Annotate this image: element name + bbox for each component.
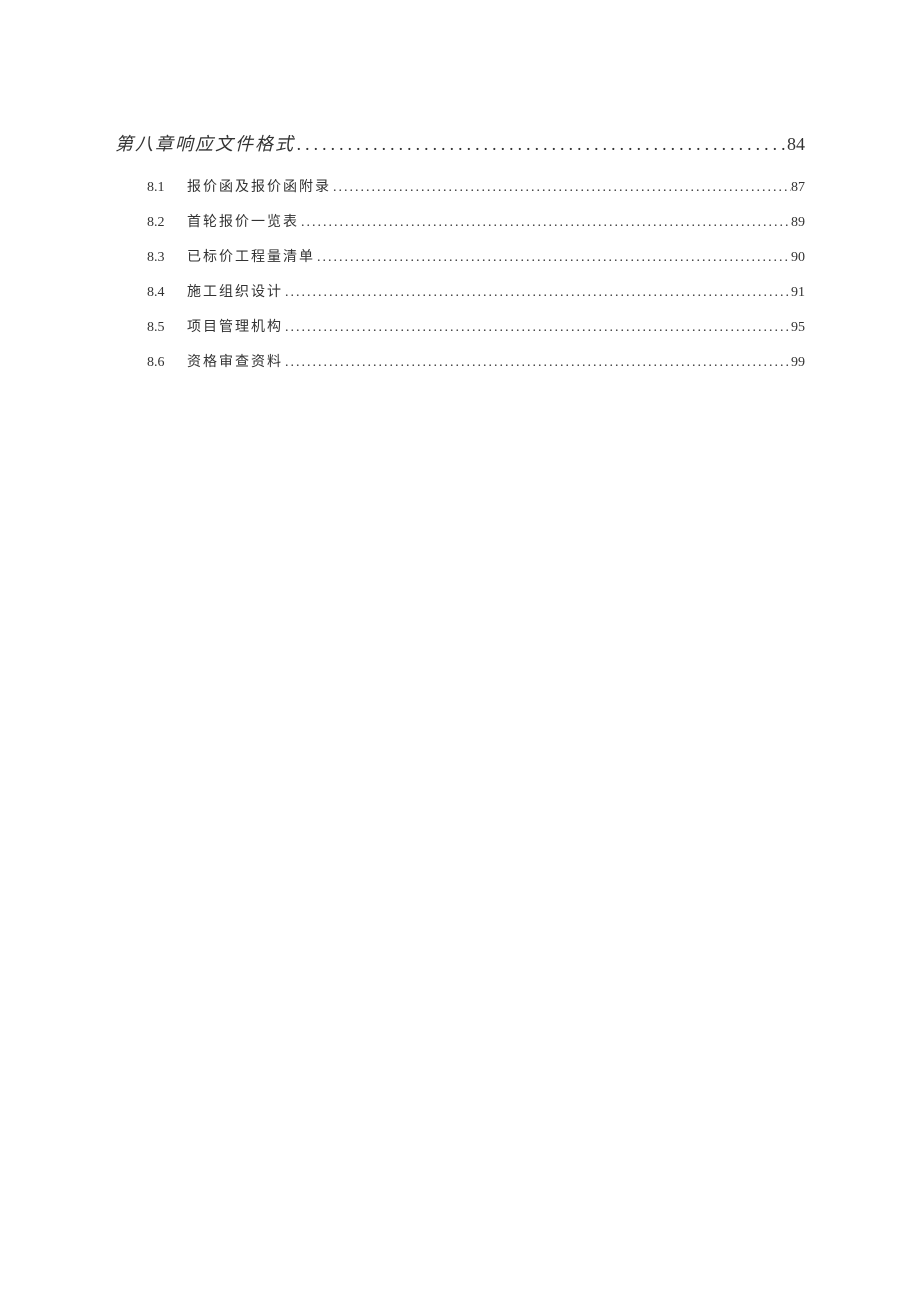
toc-sub-num: 8.5 xyxy=(147,320,187,336)
toc-sub-page: 89 xyxy=(791,215,805,231)
toc-sub-page: 87 xyxy=(791,180,805,196)
toc-dots: ........................................… xyxy=(331,180,791,196)
toc-sub-num: 8.2 xyxy=(147,215,187,231)
toc-sub-title: 已标价工程量清单 xyxy=(187,246,315,266)
toc-sub-title: 项目管理机构 xyxy=(187,316,283,336)
toc-sub-title: 报价函及报价函附录 xyxy=(187,176,331,196)
toc-sub-page: 90 xyxy=(791,250,805,266)
toc-sub-row: 8.4 施工组织设计 .............................… xyxy=(115,281,805,301)
toc-sub-page: 95 xyxy=(791,320,805,336)
toc-sub-row: 8.2 首轮报价一览表 ............................… xyxy=(115,211,805,231)
toc-chapter-row: 第八章响应文件格式 ..............................… xyxy=(115,130,805,156)
toc-dots: ........................................… xyxy=(283,320,791,336)
toc-sub-title: 首轮报价一览表 xyxy=(187,211,299,231)
toc-sub-row: 8.6 资格审查资料 .............................… xyxy=(115,351,805,371)
toc-sub-num: 8.1 xyxy=(147,180,187,196)
toc-dots: ........................................… xyxy=(295,134,787,155)
toc-chapter-page: 84 xyxy=(787,134,805,155)
toc-chapter-title: 第八章响应文件格式 xyxy=(115,130,295,156)
toc-dots: ........................................… xyxy=(283,285,791,301)
toc-sub-row: 8.5 项目管理机构 .............................… xyxy=(115,316,805,336)
toc-sub-row: 8.3 已标价工程量清单 ...........................… xyxy=(115,246,805,266)
toc-sub-num: 8.6 xyxy=(147,355,187,371)
toc-sub-num: 8.4 xyxy=(147,285,187,301)
toc-sub-page: 99 xyxy=(791,355,805,371)
toc-sub-page: 91 xyxy=(791,285,805,301)
toc-sub-num: 8.3 xyxy=(147,250,187,266)
toc-sub-row: 8.1 报价函及报价函附录 ..........................… xyxy=(115,176,805,196)
toc-sub-title: 资格审查资料 xyxy=(187,351,283,371)
toc-dots: ........................................… xyxy=(283,355,791,371)
toc-sub-title: 施工组织设计 xyxy=(187,281,283,301)
toc-dots: ........................................… xyxy=(299,215,791,231)
toc-dots: ........................................… xyxy=(315,250,791,266)
